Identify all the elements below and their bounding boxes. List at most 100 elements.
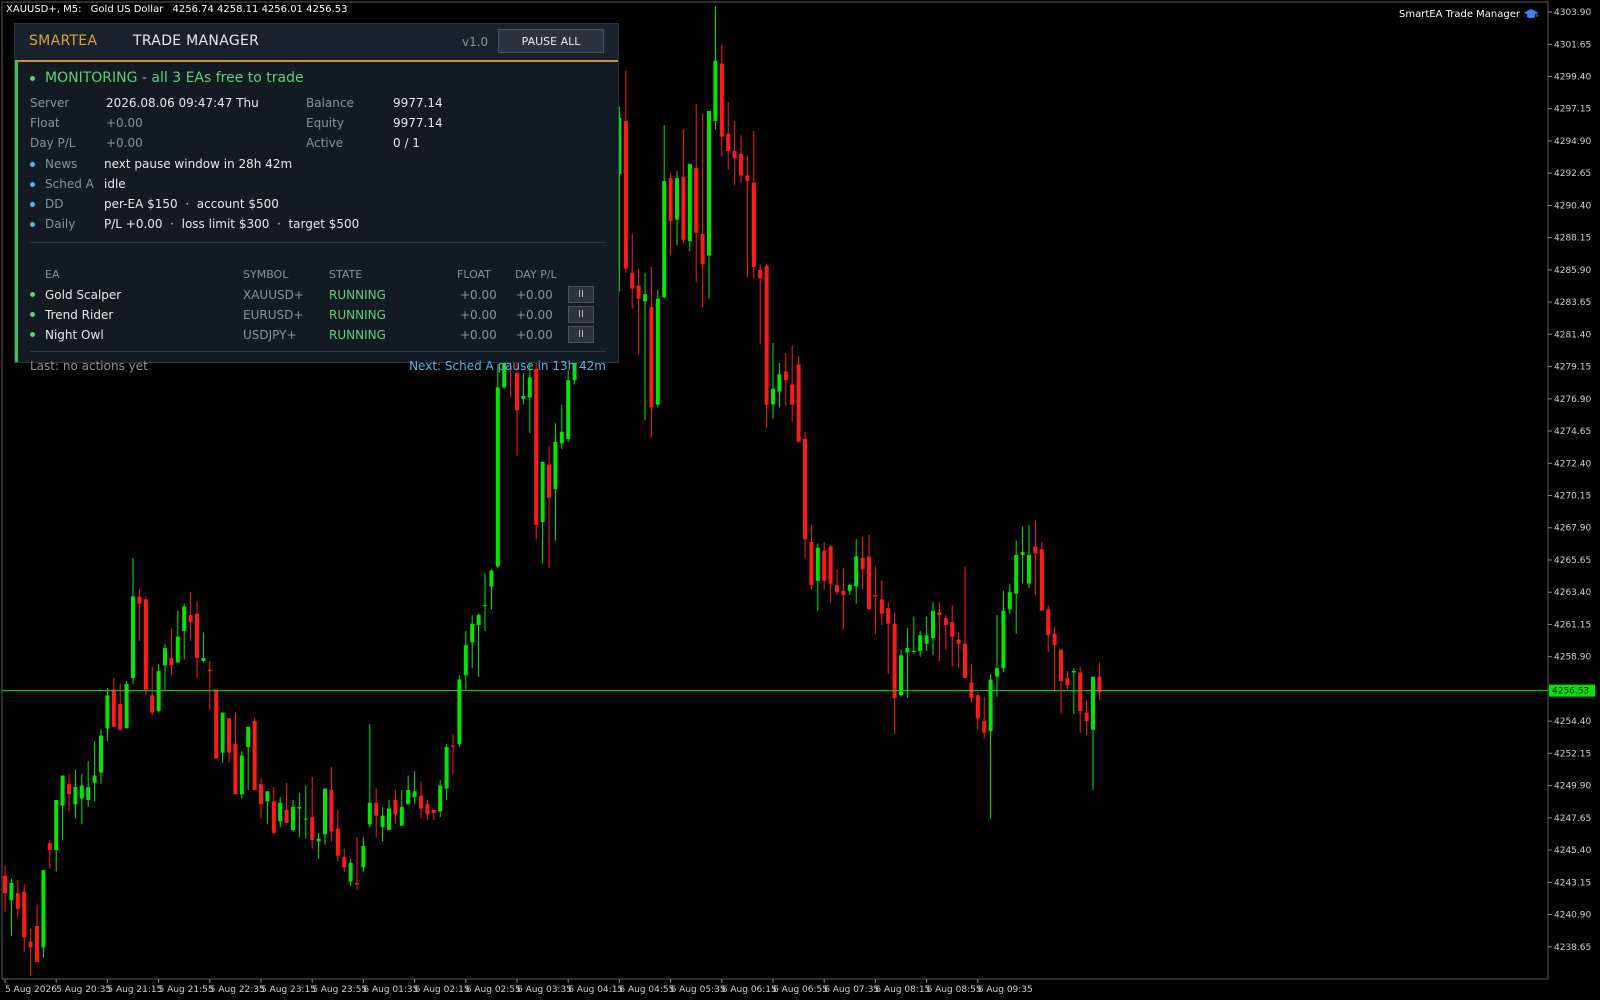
stat-value: P/L +0.00 · loss limit $300 · target $50… [104, 217, 360, 231]
graduation-cap-icon [1524, 9, 1538, 19]
candle-bull [918, 635, 923, 651]
stat-daily: Daily P/L +0.00 · loss limit $300 · targ… [30, 217, 359, 231]
time-tick-label: 6 Aug 02:15 [415, 985, 470, 995]
candle-bear [227, 718, 231, 753]
candle-bear [207, 669, 212, 672]
equity-value: 9977.14 [393, 116, 443, 130]
status-dot-icon [30, 75, 35, 81]
ea-state: RUNNING [329, 328, 386, 342]
price-tick-label: 4247.65 [1554, 814, 1591, 824]
day-pl-value: +0.00 [106, 136, 143, 150]
candle-bear [451, 745, 455, 747]
ea-name: Gold Scalper [45, 288, 122, 302]
candle-bull [387, 808, 391, 831]
candle-bull [553, 441, 558, 490]
pause-all-button[interactable]: PAUSE ALL [498, 29, 604, 53]
candle-bear [534, 368, 539, 525]
candle-bear [790, 384, 795, 405]
next-label: Next: [409, 359, 442, 373]
ea-day-pl: +0.00 [516, 288, 553, 302]
candle-bear [630, 272, 635, 289]
candle-bull [54, 799, 59, 851]
candle-bull [348, 862, 353, 882]
stat-sched-a: Sched A idle [30, 177, 126, 191]
price-tick-label: 4292.65 [1554, 169, 1591, 179]
price-tick-label: 4281.40 [1554, 330, 1591, 340]
candle-bear [169, 658, 174, 666]
time-tick-label: 6 Aug 02:55 [466, 985, 521, 995]
price-tick-label: 4301.65 [1554, 40, 1591, 50]
candle-bull [9, 883, 14, 901]
candle-bull [815, 547, 820, 581]
candle-bull [303, 818, 308, 820]
ea-symbol: EURUSD+ [243, 308, 304, 322]
stat-label: Daily [45, 217, 76, 231]
candle-bear [783, 371, 788, 381]
price-tick-label: 4238.65 [1554, 943, 1591, 953]
candle-bull [905, 648, 910, 653]
candle-bull [457, 679, 462, 745]
ea-float: +0.00 [460, 328, 497, 342]
candle-bear [1052, 633, 1057, 646]
time-tick-label: 6 Aug 08:15 [875, 985, 930, 995]
candle-bull [1007, 592, 1012, 610]
brand-label: SMARTEA [29, 33, 98, 49]
candle-bull [412, 791, 417, 798]
ea-indicator[interactable]: SmartEA Trade Manager [1399, 8, 1538, 20]
candle-bear [431, 809, 436, 813]
chart-description: Gold US Dollar [90, 4, 164, 15]
ea-day-pl: +0.00 [516, 328, 553, 342]
ea-float: +0.00 [460, 288, 497, 302]
stat-value: next pause window in 28h 42m [104, 157, 293, 171]
candle-bull [559, 431, 564, 444]
time-tick-label: 5 Aug 23:15 [261, 985, 316, 995]
price-tick-label: 4245.40 [1554, 846, 1591, 856]
candle-bear [694, 168, 699, 233]
candle-bull [643, 294, 647, 302]
candle-bear [892, 623, 897, 699]
candle-bull [988, 679, 993, 732]
candle-bull [495, 387, 500, 567]
last-value: no actions yet [62, 359, 148, 373]
col-header-state: STATE [329, 268, 363, 281]
candle-bear [111, 689, 116, 727]
candle-bull [291, 807, 295, 831]
candle-bull [444, 746, 449, 789]
candle-bull [483, 605, 487, 607]
candle-bear [975, 695, 980, 719]
candle-bear [143, 599, 148, 690]
candle-bull [73, 787, 78, 805]
price-tick-label: 4270.15 [1554, 492, 1591, 502]
candle-bull [265, 791, 270, 802]
ea-pause-button[interactable]: II [568, 306, 594, 323]
ea-pause-button[interactable]: II [568, 326, 594, 343]
time-tick-label: 5 Aug 21:15 [107, 985, 162, 995]
candle-bull [220, 712, 225, 753]
ea-status-dot-icon [30, 332, 35, 337]
candle-bull [847, 585, 852, 591]
candle-bear [758, 269, 763, 279]
candle-bear [732, 150, 737, 159]
ea-row-gold-scalper: Gold Scalper XAUUSD+ RUNNING +0.00 +0.00… [30, 286, 606, 305]
candle-bull [380, 815, 385, 828]
time-tick-label: 6 Aug 08:55 [927, 985, 982, 995]
price-tick-label: 4243.15 [1554, 878, 1591, 888]
candle-bull [323, 788, 327, 835]
time-tick-label: 6 Aug 03:35 [517, 985, 572, 995]
candle-bull [470, 623, 475, 643]
candle-bear [700, 234, 705, 265]
last-action: Last: no actions yet [30, 359, 148, 373]
ea-pause-button[interactable]: II [568, 286, 594, 303]
candle-bear [860, 557, 865, 570]
chart-ohlc: 4256.74 4258.11 4256.01 4256.53 [172, 4, 348, 15]
stat-value: idle [104, 177, 126, 191]
price-tick-label: 4290.40 [1554, 201, 1591, 211]
price-tick-label: 4294.90 [1554, 137, 1591, 147]
ea-row-trend-rider: Trend Rider EURUSD+ RUNNING +0.00 +0.00 … [30, 306, 606, 325]
price-tick-label: 4288.15 [1554, 234, 1591, 244]
candle-bull [911, 650, 916, 652]
candle-bear [425, 804, 430, 815]
next-value: Sched A pause in 13h 42m [444, 359, 606, 373]
ea-float: +0.00 [460, 308, 497, 322]
time-tick-label: 5 Aug 23:55 [312, 985, 367, 995]
